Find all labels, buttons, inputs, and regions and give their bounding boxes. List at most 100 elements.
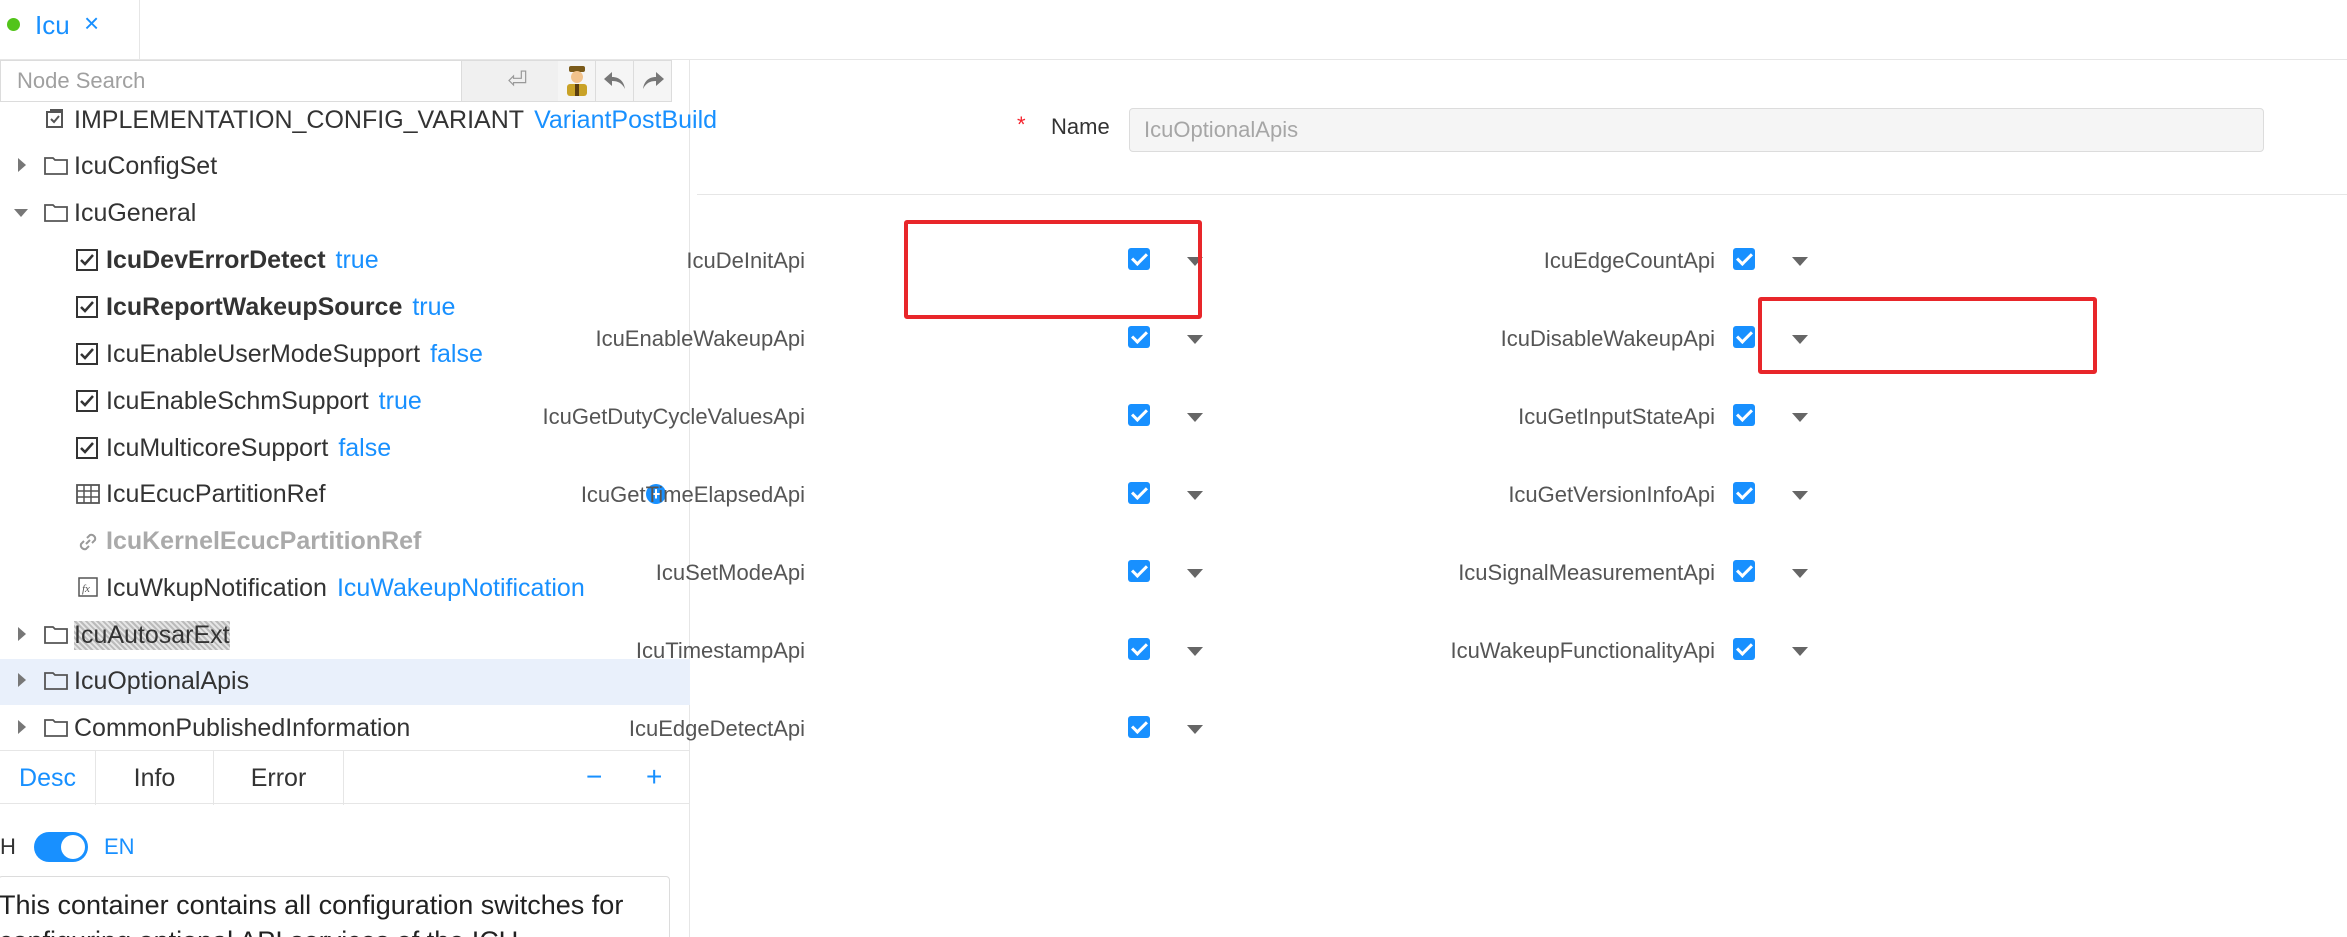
field-row: IcuEdgeDetectApi (629, 710, 1237, 750)
tab-desc[interactable]: Desc (0, 751, 96, 805)
field-row: IcuTimestampApi (636, 632, 1237, 672)
chevron-down-icon[interactable] (1792, 491, 1808, 500)
tab-icu[interactable]: Icu × (0, 0, 140, 60)
config-variant-icon (46, 109, 63, 128)
field-checkbox[interactable] (1128, 560, 1150, 582)
close-icon[interactable]: × (84, 8, 99, 39)
field-checkbox[interactable] (1128, 716, 1150, 738)
tree-row-label: IcuKernelEcucPartitionRef (106, 527, 422, 555)
field-label: IcuEnableWakeupApi (595, 326, 805, 351)
field-label: IcuEdgeDetectApi (628, 716, 805, 741)
field-row: IcuGetTimeElapsedApi (581, 476, 1237, 516)
table-icon (76, 484, 100, 504)
expand-caret-icon[interactable] (18, 673, 26, 687)
tree-row-label: IcuEnableSchmSupport (106, 387, 369, 415)
field-label: IcuTimestampApi (635, 638, 805, 663)
checkbox-param-icon (76, 249, 98, 271)
folder-icon (44, 626, 68, 644)
expand-caret-icon[interactable] (18, 158, 26, 172)
node-search-input[interactable] (0, 60, 462, 102)
field-checkbox[interactable] (1128, 404, 1150, 426)
folder-icon (44, 672, 68, 690)
name-field[interactable] (1129, 108, 2264, 152)
redo-button[interactable] (634, 60, 672, 102)
chevron-down-icon[interactable] (1187, 725, 1203, 734)
tree-row-value: true (335, 246, 379, 274)
folder-icon (44, 719, 68, 737)
field-label: IcuGetInputStateApi (1518, 404, 1715, 429)
folder-icon (44, 157, 68, 175)
tree-row[interactable]: IcuMulticoreSupport false (0, 426, 690, 472)
toggle-knob (61, 835, 85, 859)
tree-row[interactable]: fx IcuWkupNotification IcuWakeupNotificat… (0, 566, 690, 612)
tree-row-label: IcuGeneral (74, 199, 197, 227)
expand-caret-icon[interactable] (18, 627, 26, 641)
folder-icon (44, 204, 68, 222)
tree-row-value: true (412, 293, 456, 321)
chevron-down-icon[interactable] (1792, 569, 1808, 578)
field-checkbox[interactable] (1733, 326, 1755, 348)
field-checkbox[interactable] (1128, 638, 1150, 660)
chevron-down-icon[interactable] (1792, 257, 1808, 266)
field-label: IcuGetTimeElapsedApi (580, 482, 805, 507)
search-bar: ⏎ (0, 60, 690, 102)
tree-row[interactable]: IcuEnableUserModeSupport false (0, 332, 690, 378)
highlight-box (904, 220, 1202, 319)
function-icon: fx (78, 577, 98, 597)
chevron-down-icon[interactable] (1187, 491, 1203, 500)
tree-row-label: IcuEnableUserModeSupport (106, 340, 421, 368)
required-marker: * (1017, 112, 1026, 137)
tree-row-label: IcuEcucPartitionRef (106, 480, 326, 508)
chevron-down-icon[interactable] (1187, 569, 1203, 578)
chevron-down-icon[interactable] (1187, 413, 1203, 422)
tree-row[interactable]: IcuKernelEcucPartitionRef (0, 519, 690, 565)
collapse-caret-icon[interactable] (14, 209, 28, 217)
field-label: IcuWakeupFunctionalityApi (1450, 638, 1715, 663)
tree-row-value: false (338, 434, 392, 462)
tree-row[interactable]: IcuConfigSet (0, 144, 690, 190)
field-checkbox[interactable] (1733, 482, 1755, 504)
chevron-down-icon[interactable] (1187, 647, 1203, 656)
field-label: IcuSetModeApi (655, 560, 805, 585)
language-switch-row: H EN (0, 828, 690, 868)
field-checkbox[interactable] (1128, 326, 1150, 348)
tree-row[interactable]: IcuGeneral (0, 191, 690, 237)
tree-row[interactable]: IcuReportWakeupSource true (0, 285, 690, 331)
description-text: This container contains all configuratio… (0, 876, 670, 937)
plus-icon[interactable]: + (646, 761, 662, 793)
field-row: IcuWakeupFunctionalityApi (1297, 632, 2147, 672)
expand-caret-icon[interactable] (18, 720, 26, 734)
tab-info[interactable]: Info (96, 751, 214, 805)
field-checkbox[interactable] (1733, 560, 1755, 582)
tab-error[interactable]: Error (214, 751, 344, 805)
field-row: IcuEdgeCountApi (1297, 242, 2147, 282)
field-checkbox[interactable] (1733, 404, 1755, 426)
field-checkbox[interactable] (1128, 482, 1150, 504)
undo-button[interactable] (596, 60, 634, 102)
name-label: Name (1051, 114, 1110, 139)
minus-icon[interactable]: − (586, 761, 602, 793)
tree-row-label: IcuOptionalApis (74, 667, 250, 695)
language-toggle[interactable] (34, 832, 88, 862)
tree-row-label: IcuMulticoreSupport (106, 434, 329, 462)
agent-avatar-button[interactable] (558, 60, 596, 102)
tree-row-value: IcuWakeupNotification (336, 574, 585, 602)
field-checkbox[interactable] (1733, 248, 1755, 270)
chevron-down-icon[interactable] (1187, 335, 1203, 344)
checkbox-param-icon (76, 437, 98, 459)
tree-row-label: IcuReportWakeupSource (106, 293, 403, 321)
redo-icon (642, 72, 664, 89)
tree-row[interactable]: IMPLEMENTATION_CONFIG_VARIANT VariantPost… (0, 98, 717, 144)
tab-label: Icu (35, 10, 70, 40)
chevron-down-icon[interactable] (1792, 413, 1808, 422)
highlight-box (1758, 297, 2097, 374)
tree-row[interactable]: CommonPublishedInformation (0, 706, 690, 752)
tree-row[interactable]: IcuAutosarExt (0, 613, 690, 659)
tree-row[interactable]: IcuDevErrorDetect true (0, 238, 690, 284)
tree-row-label: IcuConfigSet (74, 152, 218, 180)
chevron-down-icon[interactable] (1792, 647, 1808, 656)
field-checkbox[interactable] (1733, 638, 1755, 660)
tree-row-selected[interactable]: IcuOptionalApis (0, 659, 690, 705)
lang-left-label: H (0, 834, 16, 859)
tree-row-label: CommonPublishedInformation (74, 714, 411, 742)
